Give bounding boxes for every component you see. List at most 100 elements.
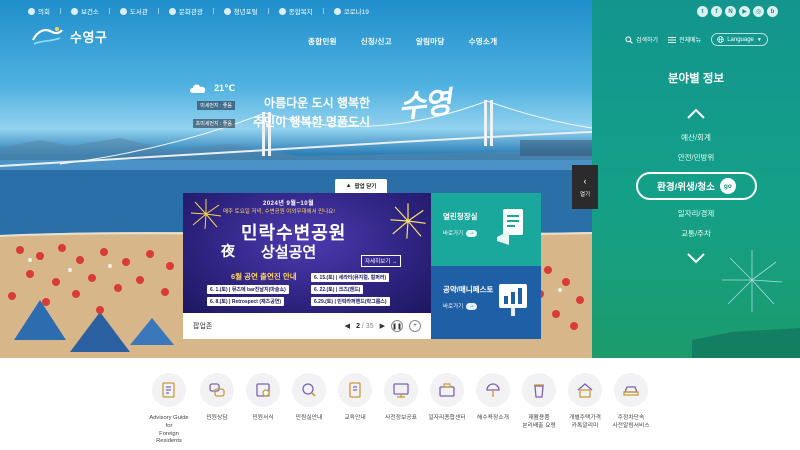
weather-widget: 21℃ 미세먼지 : 좋음 초미세먼지 : 좋음 (183, 82, 235, 130)
quick-item-foreign-guide[interactable]: Advisory Guide for Foreign Residents (146, 373, 192, 446)
quick-item-recycle[interactable]: 재활용품 분리배출 요령 (516, 373, 562, 431)
youth-icon (223, 7, 231, 15)
nav-item-civil-service[interactable]: 종합민원 (308, 36, 337, 47)
site-logo[interactable]: 수영구 (30, 24, 107, 48)
popup-page-counter: 2 / 35 (356, 322, 374, 330)
all-menu-button[interactable]: 전체메뉴 (668, 35, 701, 44)
panel-item-safety[interactable]: 안전/민방위 (592, 152, 800, 163)
divider (108, 8, 110, 14)
popup-banner-poster[interactable]: 2024년 9월~10월 매주 토요일 저녁, 수변공원 야외무대에서 만나요!… (183, 193, 431, 313)
twitter-icon[interactable]: t (697, 6, 708, 17)
util-item-culture[interactable]: 문화관광 (168, 6, 203, 16)
open-tab-label: 열기 (579, 192, 591, 198)
virus-icon (333, 7, 341, 15)
quick-item-job-center[interactable]: 일자리종합센터 (424, 373, 470, 423)
naver-blog-icon[interactable]: N (725, 6, 736, 17)
schedule-item: 6. 1.(토) | 뮤즈에 bar진날지(마술쇼) (207, 285, 289, 294)
arrow-right-icon: → (466, 302, 478, 310)
quick-item-house-price[interactable]: 개별주택가격 카톡알리미 (562, 373, 608, 431)
chevron-down-icon[interactable] (686, 252, 706, 264)
shortcut-link[interactable]: 바로가기 → (443, 229, 478, 237)
side-title: 열린청장실 (443, 212, 478, 221)
chevron-down-icon: ▼ (756, 36, 762, 43)
pause-icon[interactable]: ❚❚ (391, 320, 403, 332)
slogan-calligraphy: 수영 (396, 85, 452, 126)
slogan-line-1: 아름다운 도시 행복한 (264, 96, 371, 110)
prev-arrow-icon[interactable]: ◀ (345, 322, 350, 330)
side-title: 공약/매니페스토 (443, 285, 494, 294)
instagram-icon[interactable]: ◎ (753, 6, 764, 17)
nav-item-notice[interactable]: 알림마당 (416, 36, 445, 47)
info-icon (393, 383, 409, 398)
search-button[interactable]: 검색하기 (625, 35, 658, 44)
firework-icon (390, 203, 426, 239)
car-icon (623, 386, 639, 396)
suyeong-logo-icon (32, 27, 63, 45)
popup-close-label: 팝업 닫기 (354, 184, 377, 190)
document-icon (162, 382, 175, 398)
util-item-library[interactable]: 도서관 (119, 6, 148, 16)
quick-item-education[interactable]: 교육안내 (332, 373, 378, 423)
poster-title-2: 상설공연 (261, 244, 317, 261)
fine-dust-status: 미세먼지 : 좋음 (197, 101, 235, 110)
nav-item-about[interactable]: 수영소개 (469, 36, 498, 47)
globe-icon (717, 36, 724, 43)
popup-zone: 2024년 9월~10월 매주 토요일 저녁, 수변공원 야외무대에서 만나요!… (183, 193, 541, 339)
language-label: Language (727, 36, 754, 43)
popup-controls: 팝업존 ◀ 2 / 35 ▶ ❚❚ + (183, 313, 431, 339)
header-tools: 검색하기 전체메뉴 Language ▼ (625, 33, 768, 46)
divider (267, 8, 269, 14)
clipboard-megaphone-icon (497, 209, 523, 245)
go-button[interactable]: go (719, 178, 736, 194)
quick-item-public-info[interactable]: 사전정보공표 (378, 373, 424, 423)
chart-board-icon (499, 284, 527, 316)
util-item-youth[interactable]: 청년포털 (223, 6, 258, 16)
poster-more-link[interactable]: 자세히보기 → (361, 255, 402, 267)
next-arrow-icon[interactable]: ▶ (380, 322, 385, 330)
shortcut-link[interactable]: 바로가기 → (443, 302, 478, 310)
panel-item-traffic[interactable]: 교통/주차 (592, 228, 800, 239)
popup-close-button[interactable]: ▲ 팝업 닫기 (335, 179, 387, 193)
poster-night-char: 夜 (221, 243, 235, 259)
welfare-icon (278, 7, 286, 15)
quick-item-consult[interactable]: 민원상담 (194, 373, 240, 423)
panel-item-environment-active[interactable]: 환경/위생/청소 go (636, 172, 757, 200)
language-select[interactable]: Language ▼ (711, 33, 768, 46)
quick-item-parking-alert[interactable]: 주정차단속 사전알림서비스 (608, 373, 654, 431)
divider (157, 8, 159, 14)
panel-open-tab[interactable]: ‹ 열기 (572, 165, 598, 209)
consult-icon (209, 383, 225, 397)
panel-item-jobs[interactable]: 일자리/경제 (592, 208, 800, 219)
quick-item-office-guide[interactable]: 민원실안내 (286, 373, 332, 423)
facebook-icon[interactable]: f (711, 6, 722, 17)
util-item-health[interactable]: 보건소 (70, 6, 99, 16)
beach-icon (486, 383, 500, 397)
panel-item-budget[interactable]: 예산/회계 (592, 132, 800, 143)
quick-item-forms[interactable]: 민원서식 (240, 373, 286, 423)
recycle-icon (534, 384, 544, 398)
hamburger-icon (668, 36, 677, 43)
util-item-covid[interactable]: 코로나19 (333, 6, 369, 16)
form-icon (256, 383, 270, 397)
nav-item-application[interactable]: 신청/신고 (361, 36, 392, 47)
util-item-council[interactable]: 의회 (28, 6, 50, 16)
job-icon (439, 383, 455, 397)
plus-icon[interactable]: + (409, 320, 421, 332)
health-icon (70, 7, 78, 15)
youtube-icon[interactable]: ▶ (739, 6, 750, 17)
popup-manifesto[interactable]: 공약/매니페스토 바로가기 → (431, 266, 541, 339)
schedule-item: 6. 22.(토) | 크즈(밴드) (311, 285, 364, 294)
popup-mayor-office[interactable]: 열린청장실 바로가기 → (431, 193, 541, 266)
library-icon (119, 7, 127, 15)
map-pin-icon (168, 7, 176, 15)
guide-icon (302, 383, 316, 397)
util-item-welfare[interactable]: 종합복지 (278, 6, 313, 16)
firework-icon (190, 199, 222, 230)
blog-icon[interactable]: b (767, 6, 778, 17)
quick-item-beach[interactable]: 해수욕장소개 (470, 373, 516, 423)
chevron-up-icon[interactable] (686, 108, 706, 120)
divider (322, 8, 324, 14)
temperature: 21℃ (214, 82, 235, 93)
divider (59, 8, 61, 14)
logo-text: 수영구 (70, 29, 108, 45)
